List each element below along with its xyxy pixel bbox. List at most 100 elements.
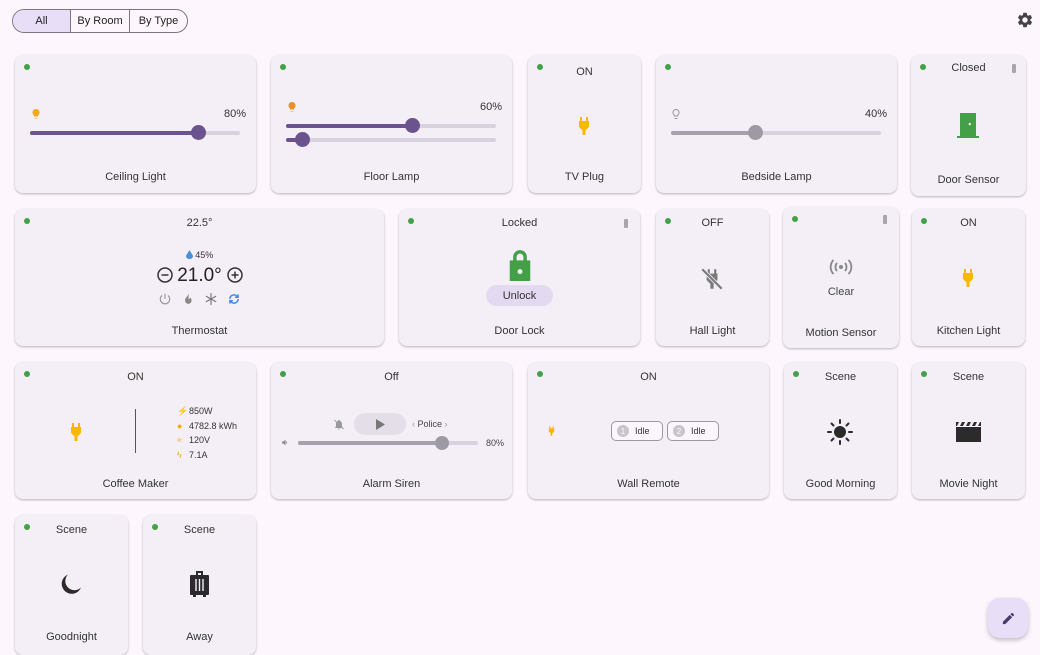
play-icon (376, 418, 385, 430)
pencil-edit-icon (1002, 612, 1014, 624)
scene-label: Scene (183, 524, 216, 536)
play-button[interactable] (354, 413, 406, 435)
scene-label: Scene (55, 524, 88, 536)
device-name: Wall Remote (617, 478, 680, 490)
slider-fill (671, 131, 755, 135)
power-plug-icon (963, 269, 973, 287)
scene-name: Movie Night (939, 478, 998, 490)
filter-by-type-button[interactable]: By Type (130, 10, 187, 32)
power-metrics: ⚡850W ● 4782.8 kWh ≈120V ϟ 7.1A (177, 404, 237, 462)
power-plug-off-icon (700, 267, 724, 291)
brightness-slider[interactable] (30, 131, 240, 135)
device-status: ON (576, 66, 593, 78)
slider-thumb[interactable] (435, 436, 449, 450)
lightbulb-icon (288, 102, 296, 112)
filter-all-button[interactable]: All (13, 10, 71, 32)
thermostat-card[interactable]: 22.5° 45% 21.0° Thermostat (15, 209, 384, 346)
online-indicator (280, 64, 286, 70)
scene-name: Goodnight (46, 631, 97, 643)
tv-plug-card[interactable]: ON TV Plug (528, 55, 641, 193)
heat-mode-flame-icon[interactable] (181, 292, 194, 306)
tone-selector[interactable]: ‹ Police › (412, 419, 448, 429)
scene-label: Scene (952, 371, 985, 383)
bell-off-icon[interactable] (333, 418, 345, 431)
slider-fill (286, 124, 412, 128)
bedside-lamp-card[interactable]: 40% Bedside Lamp (656, 55, 897, 193)
device-name: Bedside Lamp (741, 171, 812, 183)
power-plug-icon (548, 426, 555, 436)
volume-slider[interactable] (298, 441, 478, 445)
power-mode-icon[interactable] (158, 292, 172, 306)
lock-closed-icon (509, 250, 531, 281)
volume-icon (282, 439, 288, 446)
device-name: Floor Lamp (363, 171, 420, 183)
energy-value: 4782.8 kWh (189, 420, 238, 431)
away-scene-card[interactable]: Scene Away (143, 515, 256, 655)
divider (135, 409, 136, 453)
device-name: Coffee Maker (102, 478, 169, 490)
chevron-right-icon[interactable]: › (445, 419, 448, 429)
slider-thumb[interactable] (295, 132, 311, 147)
lightbulb-icon (32, 109, 40, 119)
brightness-percent: 40% (864, 108, 887, 120)
increase-temperature-icon[interactable] (227, 267, 243, 283)
battery-icon (624, 219, 628, 228)
door-lock-card[interactable]: Locked Unlock Door Lock (399, 209, 640, 346)
online-indicator (665, 64, 671, 70)
brightness-percent: 80% (223, 108, 246, 120)
volume-percent: 80% (485, 438, 504, 448)
moon-icon (61, 574, 81, 594)
remote-button-1[interactable]: 1 Idle (611, 421, 663, 441)
lock-status: Locked (501, 217, 538, 229)
voltage-value: 120V (189, 435, 211, 445)
device-name: Kitchen Light (936, 325, 1001, 337)
scene-label: Scene (824, 371, 857, 383)
hall-light-card[interactable]: OFF Hall Light (656, 209, 769, 346)
target-temperature: 21.0° (177, 265, 222, 286)
button-number: 1 (617, 425, 629, 437)
chevron-left-icon[interactable]: ‹ (412, 419, 415, 429)
current-temperature: 22.5° (186, 217, 213, 229)
current-value: 7.1A (189, 449, 208, 460)
filter-by-room-button[interactable]: By Room (71, 10, 130, 32)
wall-remote-card[interactable]: ON 1 Idle 2 Idle Wall Remote (528, 362, 769, 499)
color-temperature-slider[interactable] (286, 138, 496, 142)
auto-mode-sync-icon[interactable] (227, 292, 241, 306)
coffee-maker-card[interactable]: ON ⚡850W ● 4782.8 kWh ≈120V ϟ 7.1A Coffee … (15, 362, 256, 499)
device-status: Closed (951, 62, 986, 74)
voltage-icon: ≈ (177, 435, 182, 445)
ceiling-light-card[interactable]: 80% Ceiling Light (15, 55, 256, 193)
door-closed-icon (957, 113, 979, 138)
remote-button-2[interactable]: 2 Idle (667, 421, 719, 441)
scene-name: Away (186, 631, 213, 643)
door-sensor-card[interactable]: Closed Door Sensor (911, 55, 1026, 196)
unlock-button[interactable]: Unlock (486, 285, 553, 306)
edit-fab-button[interactable] (988, 598, 1028, 638)
settings-gear-icon[interactable] (1016, 11, 1034, 29)
filter-segmented-control: All By Room By Type (12, 9, 188, 33)
movie-clapperboard-icon (956, 422, 981, 442)
brightness-slider[interactable] (286, 124, 496, 128)
device-status: ON (127, 371, 144, 383)
alarm-siren-card[interactable]: Off ‹ Police › 80% Alarm Siren (271, 362, 512, 499)
luggage-icon (190, 571, 209, 597)
sun-icon (827, 419, 853, 445)
current-icon: ϟ (177, 449, 182, 460)
good-morning-scene-card[interactable]: Scene Good Morning (784, 362, 897, 499)
battery-icon (1012, 64, 1016, 73)
floor-lamp-card[interactable]: 60% Floor Lamp (271, 55, 512, 193)
movie-night-scene-card[interactable]: Scene Movie Night (912, 362, 1025, 499)
brightness-slider[interactable] (671, 131, 881, 135)
motion-sensor-card[interactable]: Clear Motion Sensor (783, 207, 899, 348)
slider-thumb[interactable] (747, 125, 763, 140)
slider-thumb[interactable] (190, 125, 206, 140)
goodnight-scene-card[interactable]: Scene Goodnight (15, 515, 128, 655)
cool-mode-snowflake-icon[interactable] (204, 292, 218, 306)
lightbulb-outline-icon (672, 108, 680, 119)
kitchen-light-card[interactable]: ON Kitchen Light (912, 209, 1025, 346)
humidity-value: 45% (195, 250, 214, 260)
power-value: 850W (189, 406, 213, 416)
slider-thumb[interactable] (404, 118, 420, 133)
device-status: ON (640, 371, 657, 383)
humidity-readout: 45% (15, 250, 384, 260)
